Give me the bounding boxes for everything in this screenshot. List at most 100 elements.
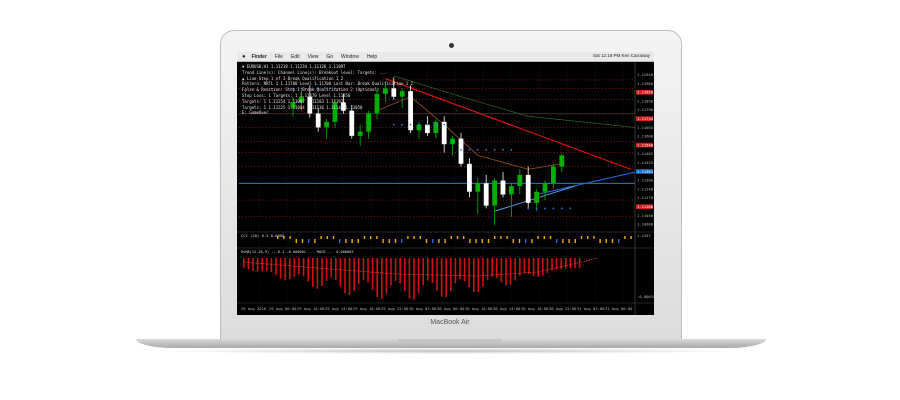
target-dot	[527, 207, 530, 210]
price-label: 1.11790	[637, 107, 654, 112]
base-shadow	[160, 348, 740, 354]
osma-bar	[394, 258, 397, 281]
cci-bar	[283, 236, 285, 239]
price-label: 1.11850	[637, 98, 654, 103]
osma-bar	[385, 258, 388, 294]
osma-bar	[243, 258, 245, 268]
osma-bar	[427, 258, 429, 281]
cci-bar	[308, 239, 310, 243]
cci-bar	[419, 236, 421, 239]
time-label: 29 Aug 06:00	[269, 306, 297, 311]
menu-item-edit[interactable]: Edit	[291, 54, 300, 60]
cci-bar	[394, 239, 397, 243]
price-label: 1.11040	[637, 213, 654, 218]
cci-bar	[518, 239, 521, 243]
menu-item-go[interactable]: Go	[326, 54, 333, 60]
cci-bar	[401, 239, 403, 243]
candle-body	[517, 174, 523, 187]
menu-item-file[interactable]: File	[275, 54, 283, 60]
osma-bar	[422, 258, 424, 286]
osma-bar	[307, 258, 309, 282]
osma-bar	[390, 258, 392, 286]
brand-label: MacBook Air	[430, 319, 470, 326]
cci-bar	[314, 239, 316, 243]
target-dot	[535, 207, 538, 210]
lid-notch	[398, 339, 502, 343]
menu-item-view[interactable]: View	[308, 54, 319, 60]
osma-bar	[312, 258, 314, 287]
candle-body	[349, 110, 355, 136]
candle-body	[357, 131, 363, 136]
osma-bar	[560, 258, 562, 270]
candle-body	[366, 113, 371, 132]
target-dot	[493, 148, 496, 151]
osma-bar	[440, 258, 443, 297]
candle-body	[483, 183, 489, 206]
target-dot	[426, 123, 429, 126]
osma-bar	[537, 258, 539, 277]
cci-bar	[357, 239, 359, 243]
time-label: 29 Aug 22:00	[381, 306, 409, 311]
target-dot	[476, 148, 479, 151]
info-line: Pattern: NRTL 1 1.11700 Level 1.11700 La…	[242, 81, 413, 87]
menubar-status: Sat 12:18 PM Ken Carraway	[592, 53, 650, 58]
target-dot	[552, 207, 555, 210]
cci-bar	[456, 236, 459, 239]
price-label: 1.11482	[637, 151, 653, 156]
cci-bar	[332, 236, 335, 239]
cci-bar	[432, 239, 434, 243]
osma-bar	[330, 258, 332, 278]
osma-bar	[473, 258, 475, 293]
price-label: 1.11980	[637, 81, 654, 86]
candle-body	[475, 183, 481, 192]
osma-bar	[275, 258, 277, 275]
cci-bar	[444, 239, 446, 243]
cci-bar	[512, 239, 514, 243]
info-line: False & Reaction: Step 1 Break Qualifica…	[242, 87, 380, 93]
candle-body	[509, 186, 514, 195]
osma-bar	[325, 258, 328, 281]
candle-body	[542, 183, 548, 192]
osma-bar	[408, 258, 411, 299]
cci-bar	[580, 236, 583, 239]
osma-bar	[270, 258, 273, 272]
candle-body	[559, 155, 565, 167]
menu-item-window[interactable]: Window	[341, 54, 359, 60]
osma-bar	[284, 258, 286, 281]
cci-bar	[339, 239, 341, 243]
osma-bar	[491, 258, 493, 277]
time-label: 30 Aug 10:00	[465, 306, 493, 311]
candle-body	[433, 121, 439, 134]
cci-bar	[618, 239, 620, 243]
cci-bar	[593, 236, 595, 239]
cci-bar	[531, 239, 533, 243]
osma-bar	[431, 258, 434, 284]
osma-bar	[367, 258, 369, 283]
cci-bar	[624, 236, 626, 239]
menu-app-name[interactable]: Finder	[252, 54, 267, 60]
menu-item-help[interactable]: Help	[367, 54, 377, 60]
osma-bar	[417, 258, 420, 294]
target-dot	[443, 123, 446, 126]
price-highlight-label: 1.11734	[637, 116, 654, 121]
cci-bar	[425, 239, 428, 243]
osma-bar	[569, 258, 572, 268]
osma-bar	[445, 258, 447, 298]
candle-body	[492, 180, 497, 206]
cci-bar	[537, 236, 539, 239]
candle-body	[324, 121, 329, 128]
cci-bar	[599, 239, 601, 243]
cci-bar	[549, 236, 552, 239]
cci-bar	[320, 236, 322, 239]
osma-bar	[252, 258, 254, 271]
candle-body	[500, 180, 506, 195]
time-label: 30 Aug 18:00	[521, 306, 549, 311]
candle-body	[534, 191, 539, 203]
osma-bar	[256, 258, 259, 272]
apple-icon[interactable]: ●	[242, 54, 246, 60]
target-dot	[401, 123, 404, 126]
target-dot	[418, 123, 420, 126]
osma-bar	[528, 258, 530, 274]
cci-bar	[525, 239, 527, 243]
time-label: 30 Aug 02:00	[409, 306, 437, 311]
